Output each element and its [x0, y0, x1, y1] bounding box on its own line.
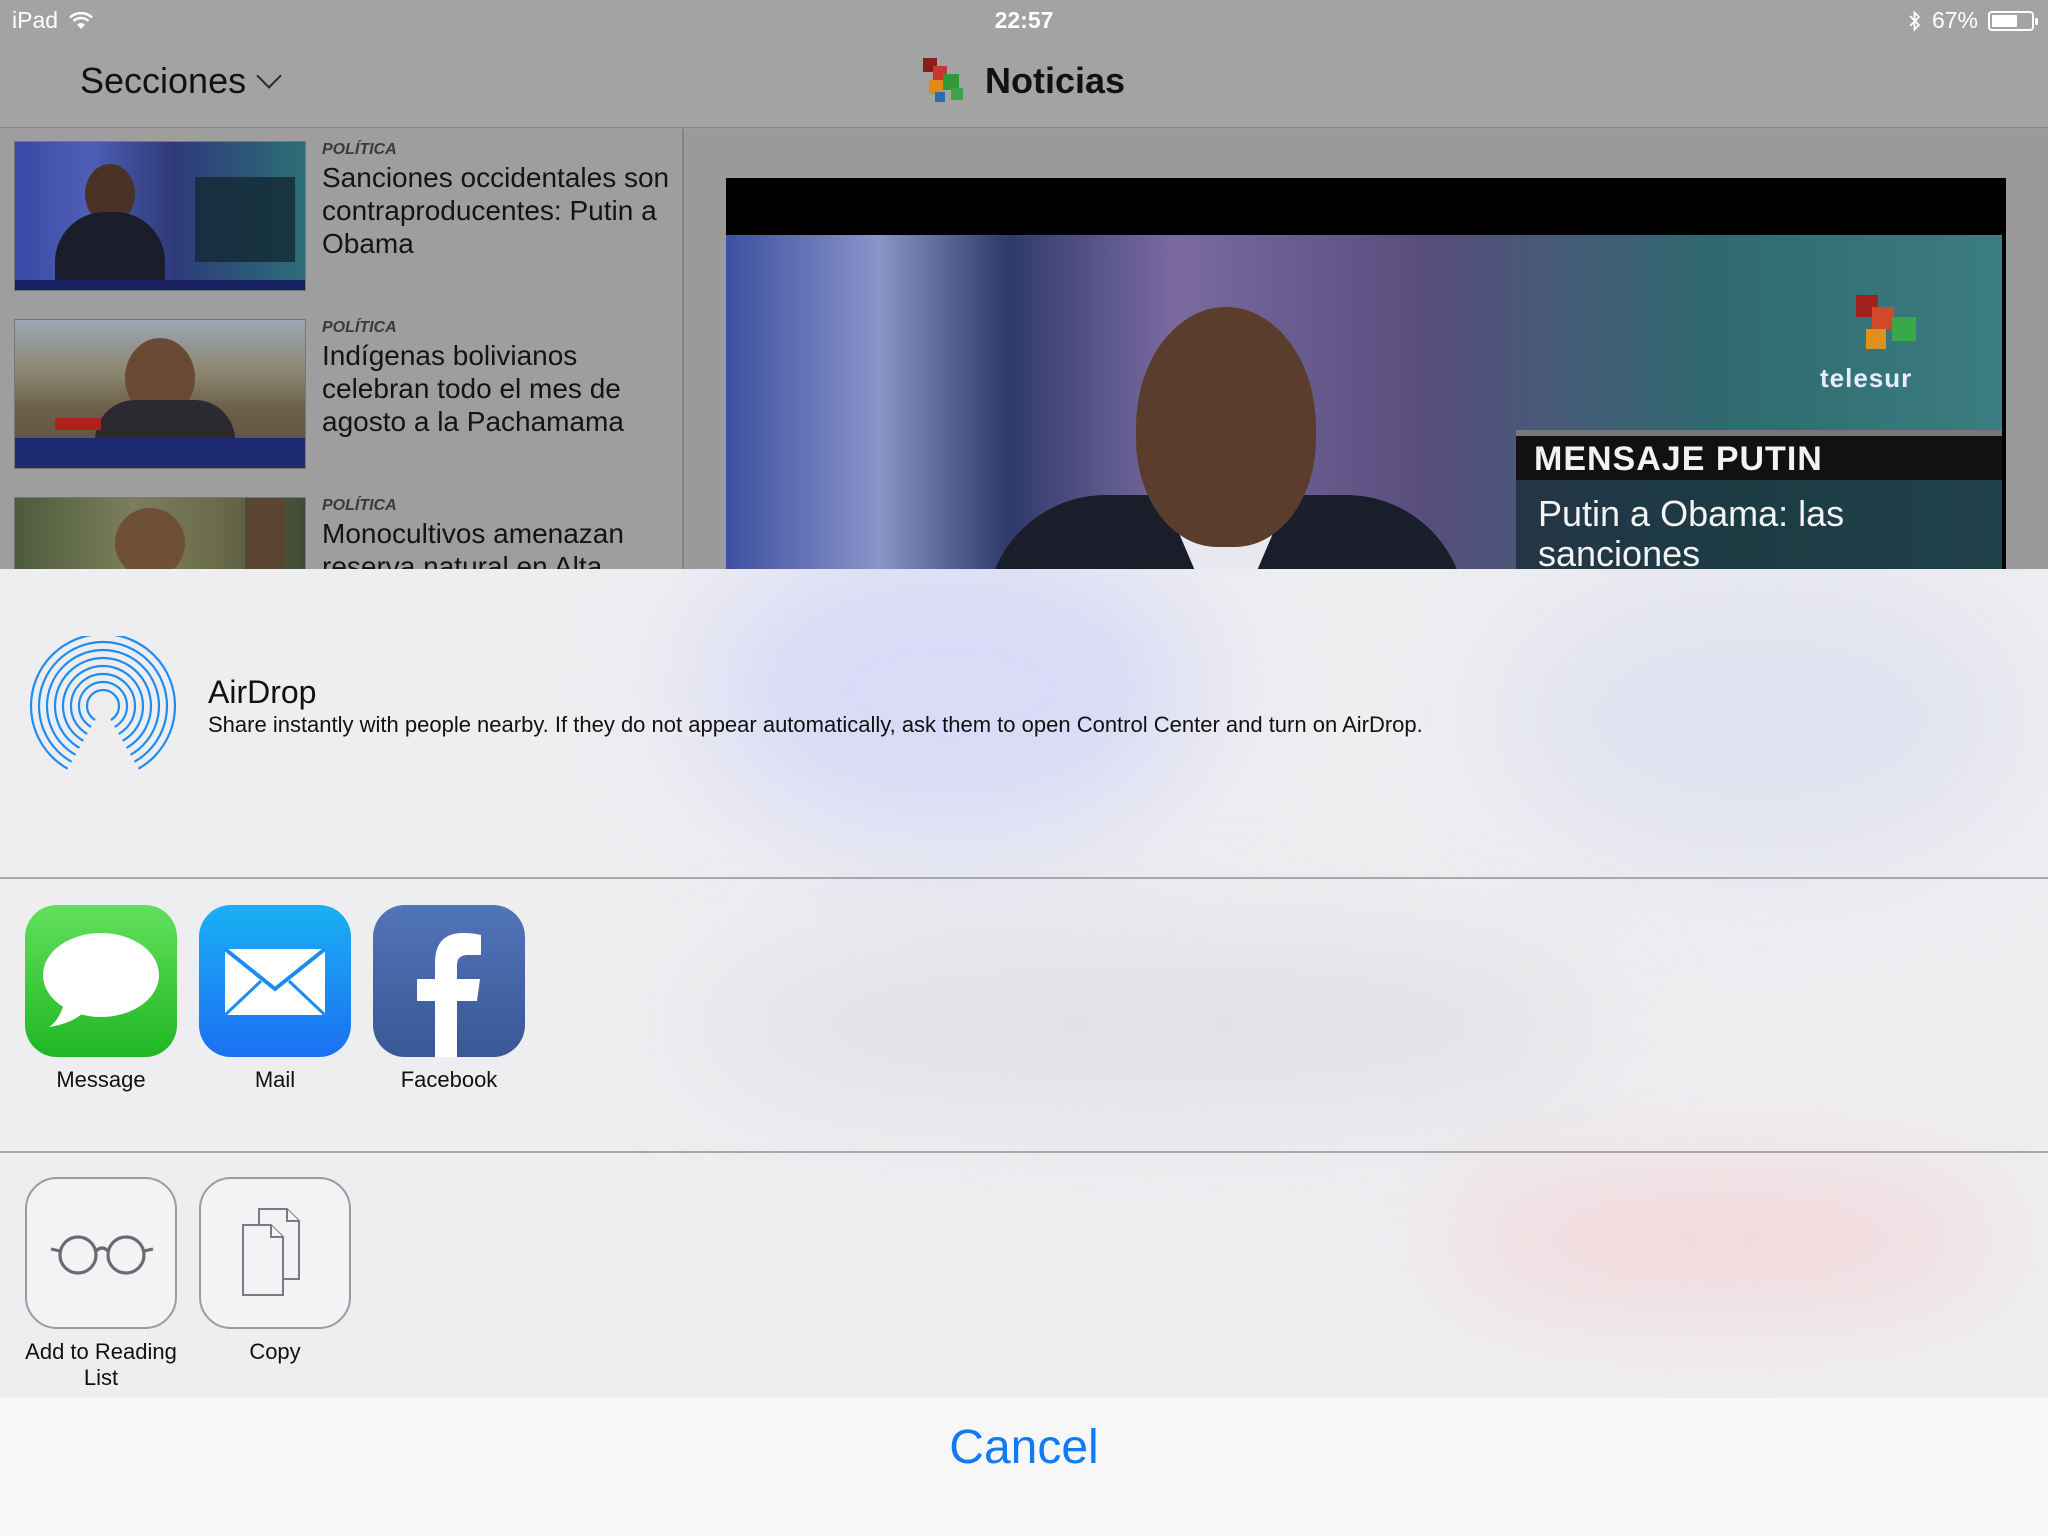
status-bar: iPad 22:57 67% [0, 0, 2048, 40]
news-item[interactable]: POLÍTICA Indígenas bolivianos celebran t… [0, 307, 682, 485]
status-time: 22:57 [994, 7, 1054, 33]
share-mail-label: Mail [254, 1067, 296, 1092]
share-sheet: AirDrop Share instantly with people near… [0, 569, 2048, 1536]
facebook-icon [373, 905, 525, 1057]
news-thumbnail [14, 319, 306, 469]
airdrop-description: Share instantly with people nearby. If t… [208, 712, 1423, 737]
news-title: Sanciones occidentales son contraproduce… [322, 162, 670, 259]
share-apps-row: Message Mail Facebook [0, 881, 2048, 1153]
news-thumbnail [14, 141, 306, 291]
share-facebook-button[interactable]: Facebook [362, 905, 536, 1093]
video-frame: telesur MENSAJE PUTIN Putin a Obama: las… [726, 235, 2002, 569]
news-category: POLÍTICA [322, 141, 397, 158]
news-title: Indígenas bolivianos celebran todo el me… [322, 340, 624, 437]
battery-percent: 67% [1931, 7, 1978, 33]
page-title: Noticias [984, 60, 1126, 101]
share-mail-button[interactable]: Mail [188, 905, 362, 1093]
copy-label: Copy [249, 1339, 301, 1364]
glasses-icon [25, 1177, 177, 1329]
video-banner-text: Putin a Obama: las sanciones [1538, 493, 1845, 570]
channel-logo-icon [1856, 295, 1926, 355]
video-lower-third: MENSAJE PUTIN Putin a Obama: las sancion… [1516, 430, 2002, 569]
nav-title-group: Noticias [0, 58, 2048, 104]
news-item[interactable]: POLÍTICA Monocultivos amenazan reserva n… [0, 485, 682, 569]
share-message-button[interactable]: Message [14, 905, 188, 1093]
airdrop-section: AirDrop Share instantly with people near… [0, 569, 2048, 879]
channel-name: telesur [1820, 363, 1913, 393]
news-title: Monocultivos amenazan reserva natural en… [322, 518, 624, 569]
video-anchor-head [1136, 307, 1316, 547]
news-list: POLÍTICA Sanciones occidentales son cont… [0, 129, 684, 569]
news-thumbnail [14, 497, 306, 569]
detail-panel: telesur MENSAJE PUTIN Putin a Obama: las… [686, 129, 2048, 569]
video-banner-title: MENSAJE PUTIN [1516, 430, 2002, 480]
copy-button[interactable]: Copy [188, 1177, 362, 1365]
nav-bar: Secciones Noticias [0, 40, 2048, 128]
share-actions-row: Add to Reading List Copy [0, 1155, 2048, 1397]
add-to-reading-list-button[interactable]: Add to Reading List [14, 1177, 188, 1391]
airdrop-title: AirDrop [208, 674, 317, 710]
cancel-bar: Cancel [0, 1398, 2048, 1536]
battery-icon [1988, 10, 2038, 31]
telesur-logo-icon [922, 58, 967, 104]
cancel-button[interactable]: Cancel [0, 1420, 2048, 1475]
add-to-reading-list-label: Add to Reading List [25, 1339, 177, 1390]
airdrop-icon[interactable] [28, 636, 178, 786]
news-item[interactable]: POLÍTICA Sanciones occidentales son cont… [0, 129, 682, 307]
news-category: POLÍTICA [322, 497, 397, 514]
share-message-label: Message [56, 1067, 146, 1092]
bluetooth-icon [1909, 9, 1921, 32]
mail-icon [199, 905, 351, 1057]
copy-icon [199, 1177, 351, 1329]
battery-fill [1992, 14, 2018, 27]
status-right: 67% [1908, 7, 2038, 34]
message-icon [25, 905, 177, 1057]
video-player[interactable]: telesur MENSAJE PUTIN Putin a Obama: las… [726, 178, 2006, 569]
share-facebook-label: Facebook [400, 1067, 498, 1092]
news-category: POLÍTICA [322, 319, 397, 336]
